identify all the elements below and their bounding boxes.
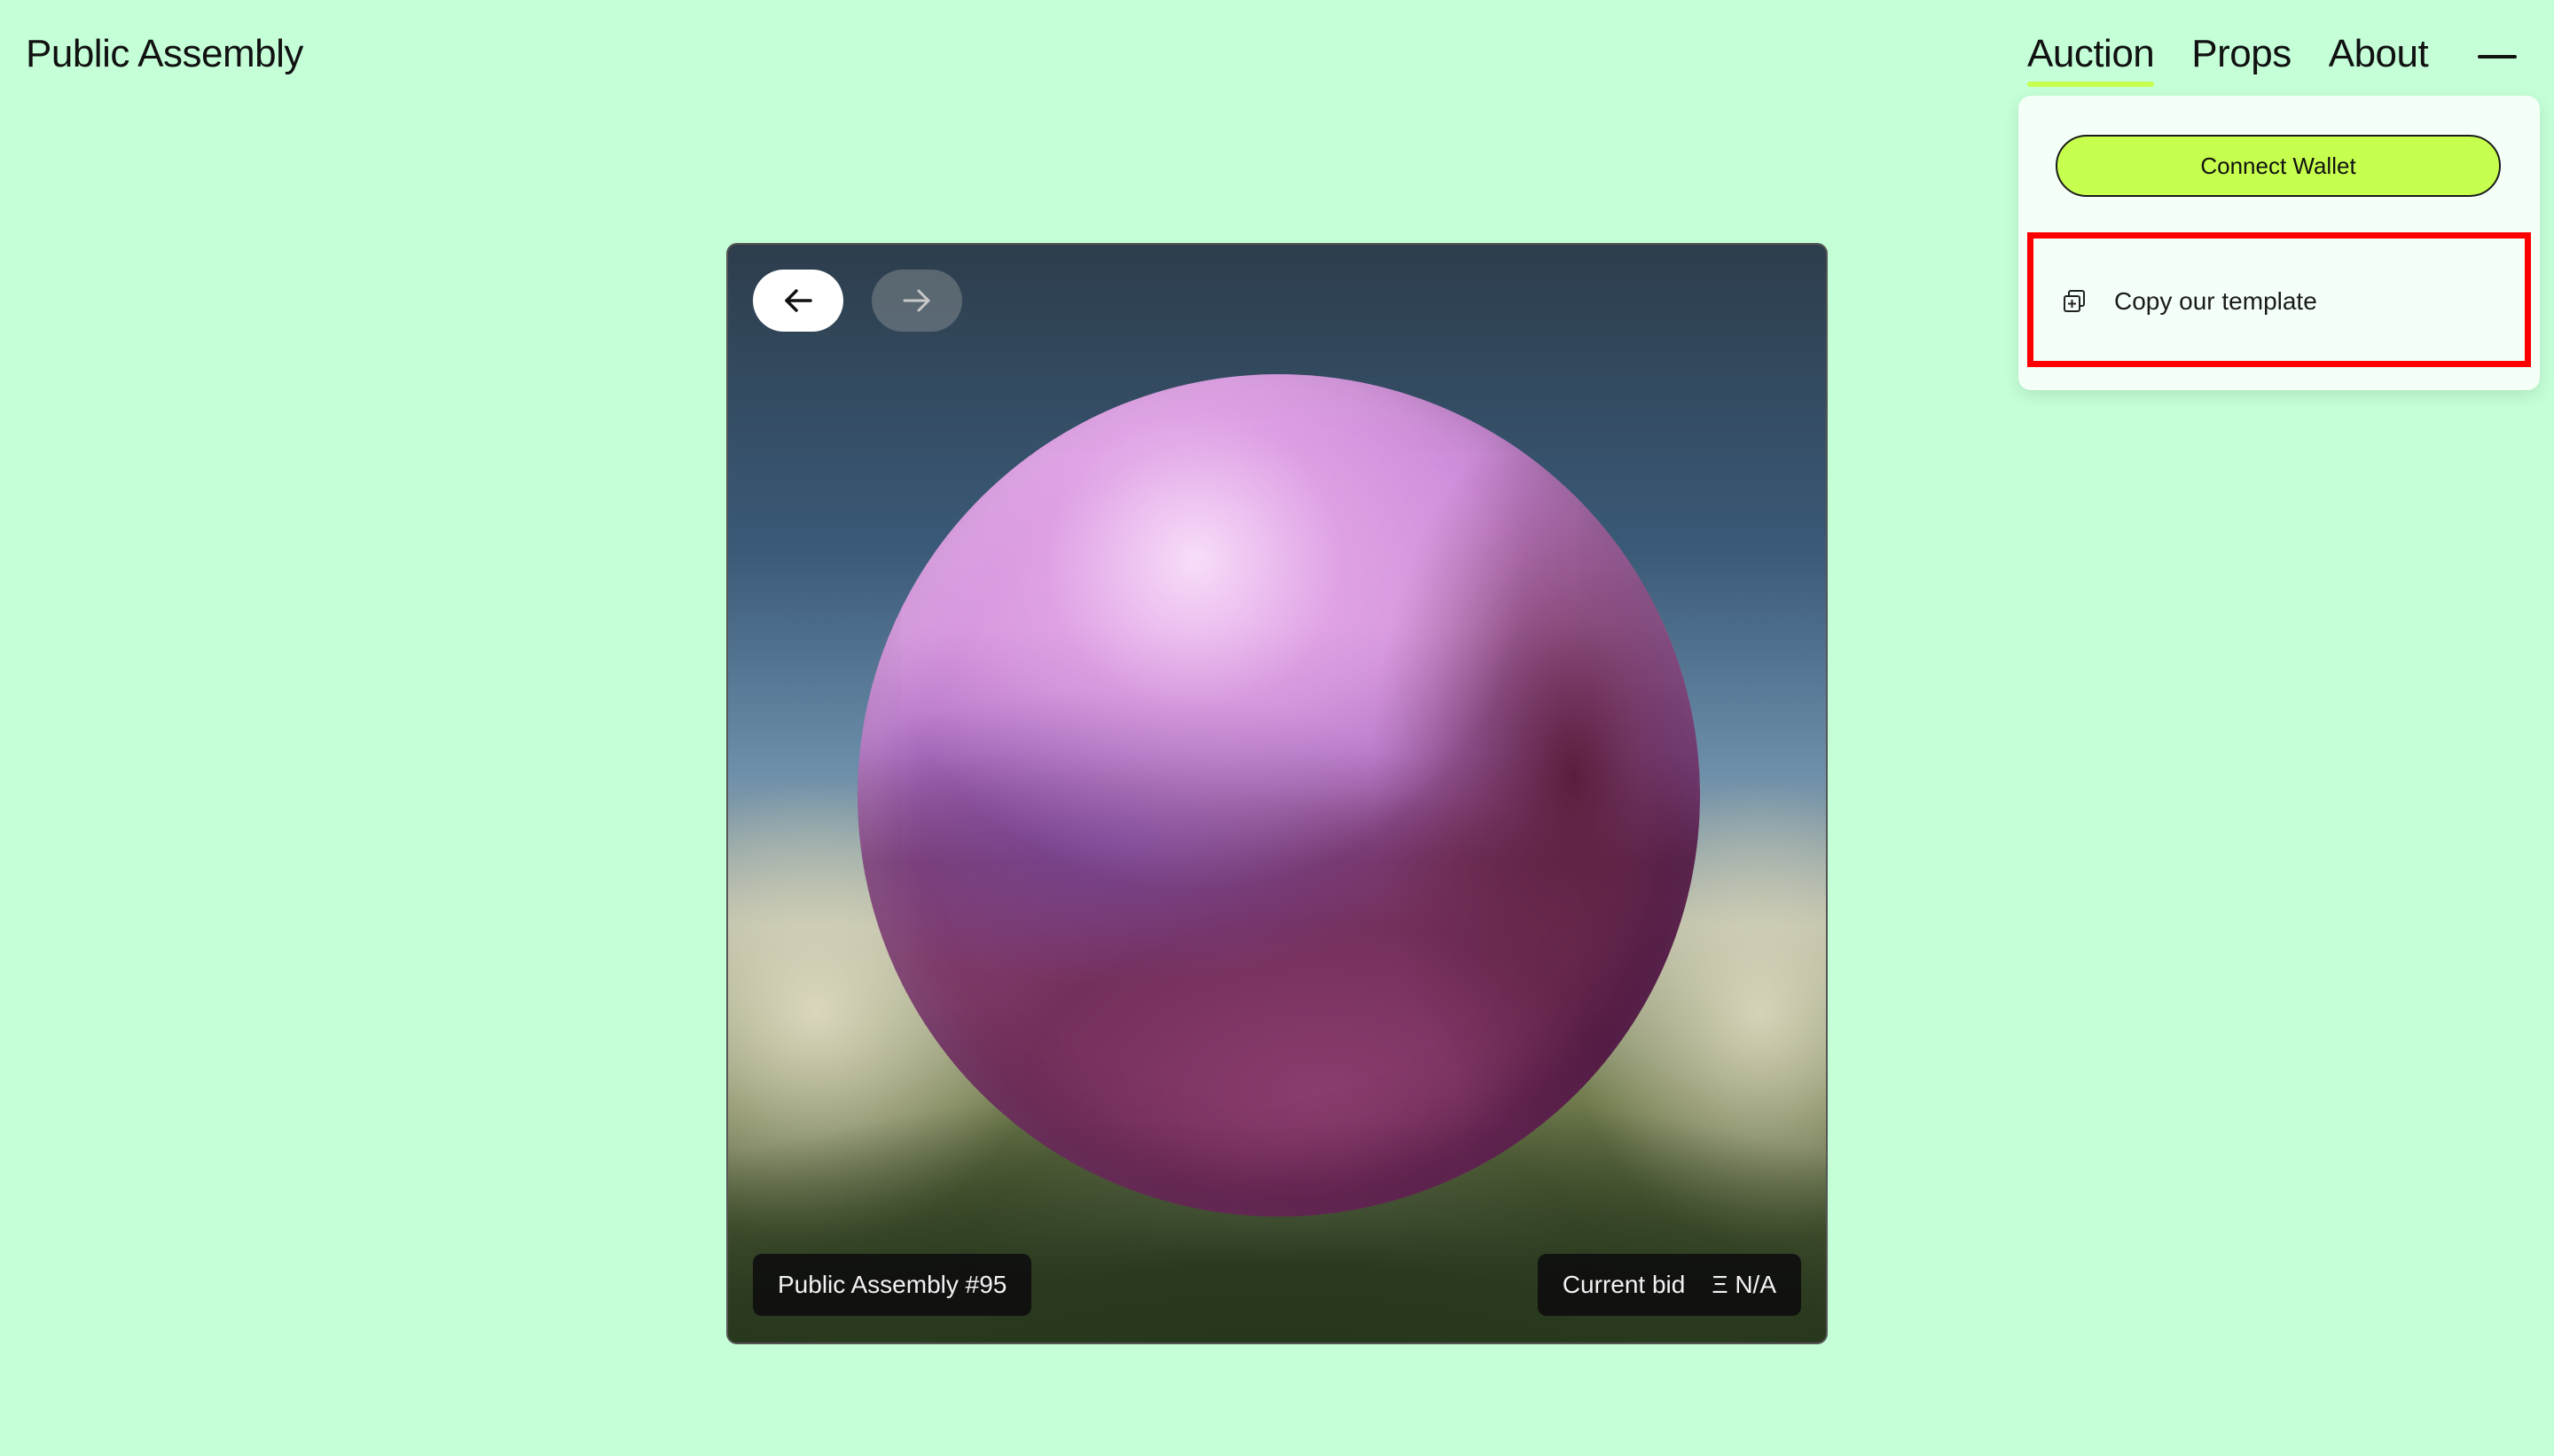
menu-toggle-icon[interactable] [2478, 55, 2517, 59]
copy-template-label: Copy our template [2114, 287, 2317, 315]
artwork-image [858, 374, 1700, 1217]
artwork-title: Public Assembly #95 [753, 1254, 1032, 1316]
copy-plus-icon [2064, 290, 2085, 312]
connect-wallet-button[interactable]: Connect Wallet [2056, 135, 2501, 197]
menu-dropdown: Connect Wallet Copy our template [2018, 96, 2540, 390]
main-nav: Auction Props About [2027, 32, 2465, 87]
nav-about[interactable]: About [2329, 32, 2429, 85]
nav-props[interactable]: Props [2191, 32, 2292, 85]
current-bid-badge: Current bid Ξ N/A [1537, 1254, 1801, 1316]
arrow-right-icon [903, 289, 930, 312]
current-bid-value: Ξ N/A [1712, 1271, 1776, 1298]
arrow-left-icon [785, 289, 812, 312]
next-button[interactable] [872, 270, 962, 332]
page: Public Assembly Auction Props About Conn… [0, 0, 2554, 1456]
current-bid-label: Current bid [1562, 1271, 1686, 1298]
previous-button[interactable] [753, 270, 843, 332]
auction-artwork: Public Assembly #95 Current bid Ξ N/A [726, 243, 1828, 1344]
brand-logo[interactable]: Public Assembly [26, 32, 303, 76]
nav-auction[interactable]: Auction [2027, 32, 2155, 87]
copy-template-item[interactable]: Copy our template [2025, 234, 2533, 369]
